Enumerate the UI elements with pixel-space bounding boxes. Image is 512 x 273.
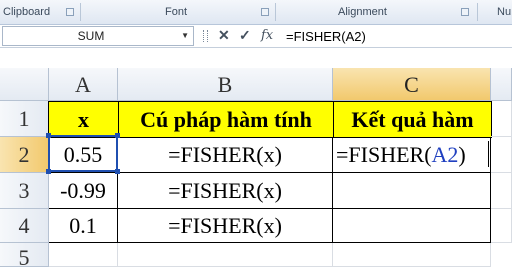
enter-icon[interactable]: ✓: [239, 27, 251, 44]
ribbon-strip: Clipboard Font Alignment Nu: [0, 0, 512, 25]
insert-function-icon[interactable]: fx: [261, 28, 273, 43]
column-header-a[interactable]: A: [49, 68, 118, 101]
name-box[interactable]: SUM ▼: [2, 26, 194, 46]
row-header-5[interactable]: 5: [0, 243, 49, 270]
clipboard-dialog-launcher-icon[interactable]: [66, 8, 74, 16]
cell-c2-reference: A2: [431, 142, 459, 167]
cell-c1[interactable]: Kết quả hàm: [333, 101, 492, 138]
reference-handle[interactable]: [115, 169, 120, 174]
reference-handle[interactable]: [46, 133, 51, 138]
row-header-3[interactable]: 3: [0, 173, 49, 209]
clipboard-group-label: Clipboard: [3, 6, 51, 18]
cell-a1[interactable]: x: [48, 101, 119, 138]
font-group-label: Font: [165, 6, 188, 18]
reference-handle[interactable]: [115, 133, 120, 138]
cell-d1[interactable]: [491, 101, 512, 137]
row-header-1[interactable]: 1: [0, 101, 49, 137]
cell-d4[interactable]: [491, 209, 512, 243]
column-header-b[interactable]: B: [118, 68, 333, 101]
cell-b5[interactable]: [118, 243, 333, 267]
cell-c2[interactable]: =FISHER(A2): [333, 137, 491, 173]
number-group-label: Nu: [497, 6, 512, 18]
cell-c2-suffix: ): [458, 142, 466, 167]
font-dialog-launcher-icon[interactable]: [261, 8, 269, 16]
column-header-d[interactable]: [491, 68, 512, 101]
ribbon-separator: [275, 3, 276, 21]
formula-input[interactable]: =FISHER(A2): [286, 29, 366, 44]
cell-b2[interactable]: =FISHER(x): [118, 137, 333, 173]
row-header-4[interactable]: 4: [0, 209, 49, 243]
grip-handle[interactable]: [203, 30, 208, 42]
cell-c4[interactable]: [333, 209, 491, 243]
chevron-down-icon[interactable]: ▼: [181, 31, 189, 40]
cell-a4[interactable]: 0.1: [49, 209, 118, 243]
alignment-group-label: Alignment: [338, 6, 387, 18]
cell-a5[interactable]: [49, 243, 118, 267]
ribbon-separator: [477, 3, 478, 21]
column-header-c[interactable]: C: [333, 68, 491, 101]
cell-b3[interactable]: =FISHER(x): [118, 173, 333, 209]
alignment-dialog-launcher-icon[interactable]: [461, 8, 469, 16]
cell-c5[interactable]: [333, 243, 491, 267]
cell-b4[interactable]: =FISHER(x): [118, 209, 333, 243]
cell-d3[interactable]: [491, 173, 512, 209]
text-caret: [488, 141, 489, 167]
ribbon-separator: [80, 3, 81, 21]
row-header-2[interactable]: 2: [0, 137, 49, 173]
cell-d2[interactable]: [491, 137, 512, 173]
cell-a2[interactable]: 0.55: [49, 137, 118, 173]
cell-c2-prefix: =FISHER(: [336, 142, 432, 167]
cell-b1[interactable]: Cú pháp hàm tính: [118, 101, 334, 138]
cell-c3[interactable]: [333, 173, 491, 209]
name-box-value: SUM: [77, 29, 105, 43]
reference-handle[interactable]: [46, 169, 51, 174]
cell-a3[interactable]: -0.99: [49, 173, 118, 209]
cancel-icon[interactable]: ✕: [218, 27, 230, 44]
select-all-corner[interactable]: [0, 68, 49, 101]
gap: [0, 48, 512, 68]
